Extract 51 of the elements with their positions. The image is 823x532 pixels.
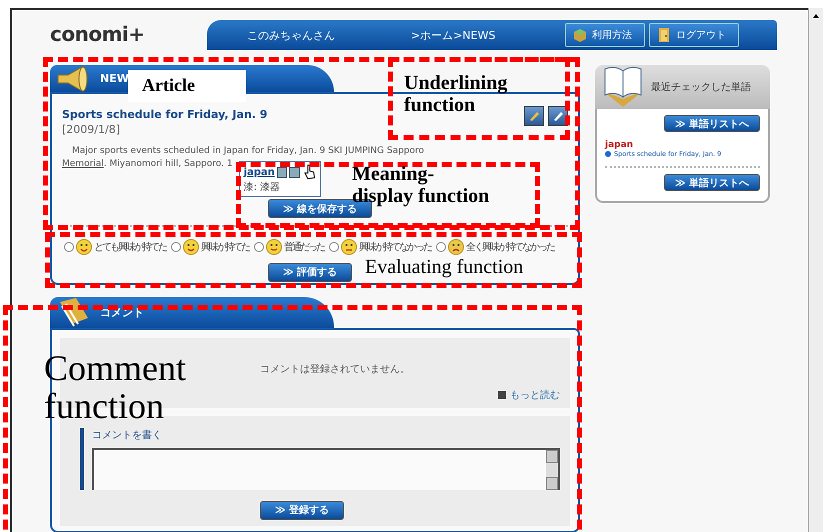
word-list-button[interactable]: ≫ 単語リストへ	[664, 174, 760, 191]
pencil-icon	[551, 109, 565, 123]
word-list-button[interactable]: ≫ 単語リストへ	[664, 115, 760, 132]
face-icon	[76, 239, 92, 255]
popup-meaning: 漆: 漆器	[244, 180, 282, 194]
article-title[interactable]: Sports schedule for Friday, Jan. 9	[62, 108, 268, 121]
highlighter-icon	[527, 109, 541, 123]
face-icon	[266, 239, 282, 255]
annotation-label: Evaluating function	[365, 256, 524, 278]
read-more-link[interactable]: もっと読む	[510, 388, 560, 402]
scroll-bar[interactable]	[546, 450, 558, 490]
rating-radio[interactable]	[329, 242, 339, 252]
rating-radio[interactable]	[254, 242, 264, 252]
submit-button[interactable]: ≫ 登録する	[260, 500, 344, 520]
door-icon	[656, 27, 672, 43]
rating-label: 興味が持てた	[201, 240, 249, 254]
article-text: . Miyanomori hill, Sapporo. 1	[104, 159, 233, 169]
rating-label: 全く興味が持てなかった	[466, 240, 554, 254]
bullet-icon	[605, 151, 611, 157]
highlighter-button[interactable]	[524, 106, 544, 126]
scroll-bar[interactable]	[808, 8, 823, 532]
panel-title: 最近チェックした単語	[651, 80, 751, 94]
rating-label: 興味が持てなかった	[359, 240, 431, 254]
face-icon	[448, 239, 464, 255]
rating-radio[interactable]	[436, 242, 446, 252]
word-link[interactable]: japan	[605, 140, 760, 150]
user-name: このみちゃんさん	[247, 28, 336, 42]
rating-radio[interactable]	[64, 242, 74, 252]
header-button[interactable]: 利用方法	[565, 23, 645, 47]
rate-button[interactable]: ≫ 評価する	[268, 262, 352, 282]
empty-message: コメントは登録されていません。	[260, 363, 410, 376]
rating-label: 普通だった	[284, 240, 324, 254]
pencil-button[interactable]	[548, 106, 568, 126]
rating-label: とても興味が持てた	[94, 240, 166, 254]
header-button[interactable]: ログアウト	[649, 23, 739, 47]
hand-cursor-icon	[304, 164, 316, 180]
rating-radio[interactable]	[171, 242, 181, 252]
face-icon	[341, 239, 357, 255]
annotation-label: Underlining function	[404, 72, 508, 116]
breadcrumb[interactable]: >ホーム>NEWS	[411, 28, 561, 42]
face-icon	[183, 239, 199, 255]
cube-icon	[572, 27, 588, 43]
comment-input[interactable]	[92, 448, 560, 490]
panel-title: NEW	[100, 72, 129, 85]
popup-word[interactable]: japan	[244, 166, 275, 178]
article-text: Major sports events scheduled in Japan for Friday, Jan. 9 SKI JUMPING Sapporo	[71, 146, 426, 156]
logo[interactable]: conomi+	[50, 22, 207, 50]
annotation-label: Article	[128, 70, 246, 102]
article-text: Memorial	[62, 159, 104, 169]
article-date: [2009/1/8]	[62, 123, 121, 136]
form-heading: コメントを書く	[92, 428, 163, 442]
